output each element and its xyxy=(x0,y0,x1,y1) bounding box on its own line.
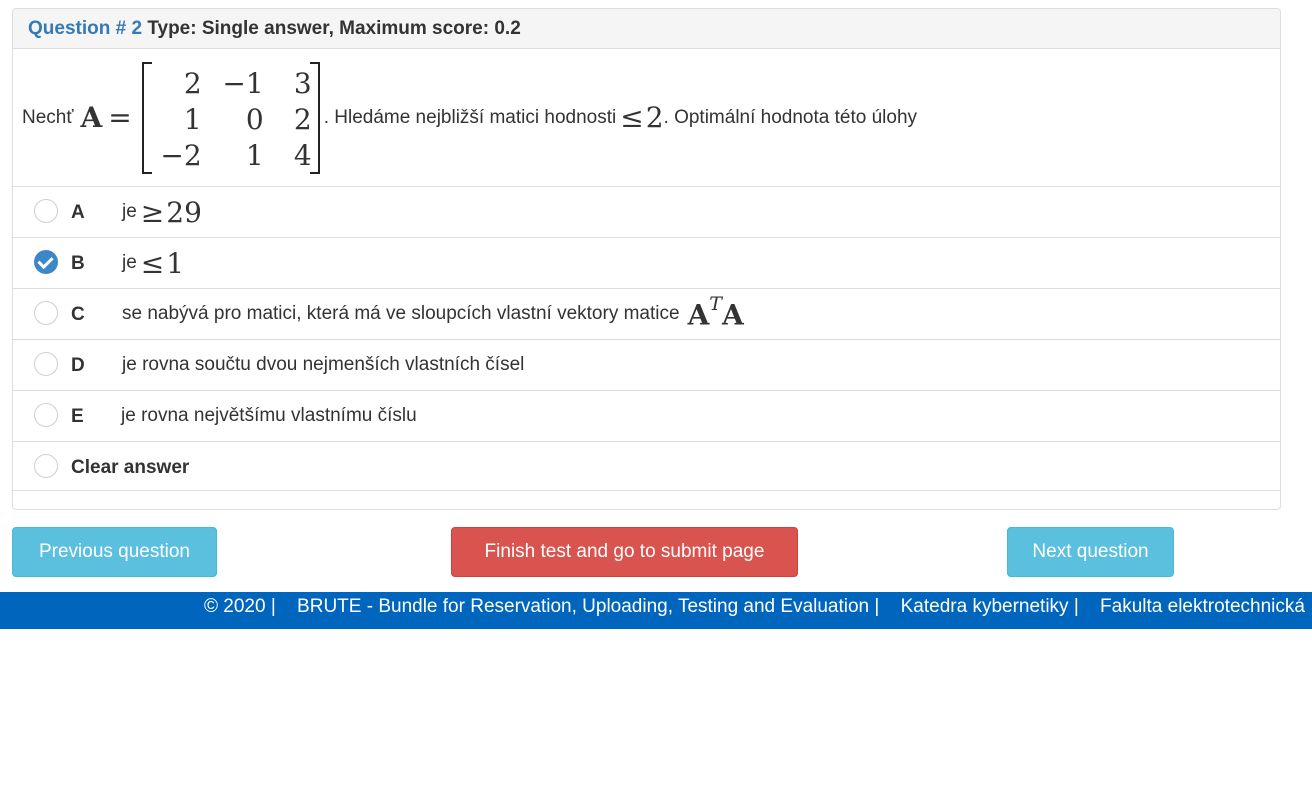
matrix-left-bracket xyxy=(141,61,152,174)
question-prefix: Nechť xyxy=(22,106,74,128)
matrix-cell: 2 xyxy=(293,102,312,136)
answer-text: je rovna největšímu vlastnímu číslu xyxy=(121,405,417,426)
matrix-row: 1 0 2 xyxy=(154,102,312,138)
question-number: Question # 2 xyxy=(28,18,143,39)
answer-text: je ≥ 29 xyxy=(122,187,202,237)
finish-test-button[interactable]: Finish test and go to submit page xyxy=(451,527,798,577)
answer-text: je ≤ 1 xyxy=(122,238,184,288)
answer-option-d[interactable]: D je rovna součtu dvou nejmenších vlastn… xyxy=(13,339,1280,389)
radio-button[interactable] xyxy=(34,454,58,478)
ata-base: A xyxy=(687,298,710,332)
answer-option-b[interactable]: B je ≤ 1 xyxy=(13,237,1280,287)
answer-relation: ≤ xyxy=(140,246,165,280)
footer-department-link[interactable]: Katedra kybernetiky | xyxy=(901,596,1079,617)
radio-button[interactable] xyxy=(34,199,58,223)
matrix-cell: −1 xyxy=(222,66,264,100)
previous-question-button[interactable]: Previous question xyxy=(12,527,217,577)
ata-superscript: T xyxy=(709,292,722,315)
radio-button[interactable] xyxy=(34,352,58,376)
answer-letter: B xyxy=(71,253,85,274)
answer-relation: ≥ xyxy=(140,195,165,229)
radio-button[interactable] xyxy=(34,403,58,427)
answer-letter: D xyxy=(71,355,85,376)
footer-faculty-link[interactable]: Fakulta elektrotechnická xyxy=(1100,596,1305,617)
matrix-row: −2 1 4 xyxy=(154,138,312,174)
ata-tail: A xyxy=(721,298,744,332)
question-type: Type: Single answer, Maximum score: 0.2 xyxy=(147,18,521,39)
equals-sign: = xyxy=(108,101,132,134)
radio-button[interactable] xyxy=(34,301,58,325)
matrix-cell: 1 xyxy=(245,138,264,172)
question-body: Nechť A = 2 −1 3 1 0 2 −2 1 4 . Hledáme … xyxy=(13,49,1280,186)
footer-copyright: © 2020 | xyxy=(204,596,276,617)
rank-relation: ≤ xyxy=(620,101,644,134)
answer-letter: E xyxy=(71,406,84,427)
radio-button[interactable] xyxy=(34,250,58,274)
answer-option-c[interactable]: C se nabývá pro matici, která má ve slou… xyxy=(13,288,1280,338)
rank-value: 2 xyxy=(645,101,664,134)
question-panel: Question # 2 Type: Single answer, Maximu… xyxy=(12,8,1281,510)
clear-answer-label: Clear answer xyxy=(71,457,190,478)
footer-app-link[interactable]: BRUTE - Bundle for Reservation, Uploadin… xyxy=(297,596,879,617)
matrix-table: 2 −1 3 1 0 2 −2 1 4 xyxy=(154,66,312,174)
footer: © 2020 | BRUTE - Bundle for Reservation,… xyxy=(0,592,1312,629)
matrix-cell: 4 xyxy=(293,138,312,172)
answer-text-label: je xyxy=(122,252,137,273)
answer-text-label: se nabývá pro matici, která má ve sloupc… xyxy=(122,303,680,324)
clear-answer-option[interactable]: Clear answer xyxy=(13,441,1280,491)
matrix-cell: 2 xyxy=(183,66,202,100)
matrix-symbol: A xyxy=(80,101,103,134)
footer-content: © 2020 | BRUTE - Bundle for Reservation,… xyxy=(204,596,1312,618)
question-text: Nechť A = 2 −1 3 1 0 2 −2 1 4 . Hledáme … xyxy=(22,49,917,186)
question-middle-text: . Hledáme nejbližší matici hodnosti xyxy=(323,106,617,128)
answer-option-a[interactable]: A je ≥ 29 xyxy=(13,186,1280,236)
answer-value: 29 xyxy=(166,195,202,229)
answer-letter: A xyxy=(71,202,85,223)
answer-list: A je ≥ 29 B je ≤ 1 C se nabývá pro matic… xyxy=(13,186,1280,492)
matrix-cell: −2 xyxy=(160,138,202,172)
answer-text: je rovna součtu dvou nejmenších vlastníc… xyxy=(122,354,525,375)
answer-option-e[interactable]: E je rovna největšímu vlastnímu číslu xyxy=(13,390,1280,440)
answer-value: 1 xyxy=(166,246,185,280)
matrix-cell: 3 xyxy=(293,66,312,100)
matrix-row: 2 −1 3 xyxy=(154,66,312,102)
answer-text: se nabývá pro matici, která má ve sloupc… xyxy=(122,289,744,339)
question-heading: Question # 2 Type: Single answer, Maximu… xyxy=(13,9,1280,49)
next-question-button[interactable]: Next question xyxy=(1007,527,1174,577)
answer-text-label: je xyxy=(122,201,137,222)
question-suffix-text: . Optimální hodnota této úlohy xyxy=(663,106,918,128)
answer-letter: C xyxy=(71,304,85,325)
matrix-cell: 0 xyxy=(245,102,264,136)
matrix-cell: 1 xyxy=(183,102,202,136)
ata-expression: ATA xyxy=(687,293,744,332)
matrix: 2 −1 3 1 0 2 −2 1 4 xyxy=(140,61,322,174)
